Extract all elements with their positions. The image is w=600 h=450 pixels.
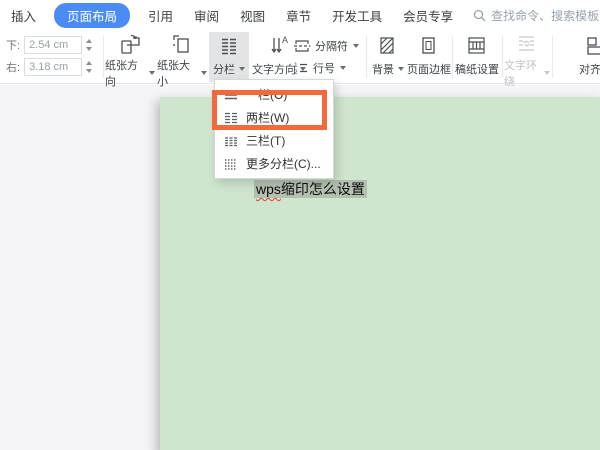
search-placeholder: 查找命令、搜索模板: [491, 7, 599, 24]
text-direction-label: 文字方向: [252, 61, 296, 77]
three-columns-icon: [224, 134, 238, 148]
text-wrap-button: 文字环绕: [504, 32, 550, 82]
chevron-down-icon: [398, 67, 404, 71]
paper-orientation-button[interactable]: 纸张方向: [105, 32, 155, 82]
margin-bottom-row: 下:: [6, 36, 92, 54]
ribbon-page-layout: 下: 右: 纸张方向 纸张大小: [0, 30, 600, 84]
menu-item-label: 一栏(O): [246, 86, 287, 103]
svg-text:2: 2: [294, 69, 298, 75]
text-wrap-label: 文字环绕: [504, 57, 540, 89]
margin-bottom-field[interactable]: [24, 36, 82, 54]
tab-dev-tools[interactable]: 开发工具: [329, 3, 385, 28]
separator-label: 分隔符: [315, 38, 348, 54]
line-number-label: 行号: [313, 60, 335, 76]
menu-item-label: 两栏(W): [246, 109, 289, 126]
selected-text[interactable]: wps缩印怎么设置: [254, 180, 367, 198]
group-divider: [366, 36, 367, 78]
margin-right-stepper[interactable]: [86, 61, 92, 73]
chevron-down-icon: [544, 71, 550, 75]
line-number-icon: 1 2: [293, 61, 309, 75]
menu-item-more-columns[interactable]: 更多分栏(C)...: [215, 152, 333, 175]
more-columns-icon: [224, 157, 238, 171]
paper-orientation-label: 纸张方向: [105, 57, 145, 89]
manuscript-settings-label: 稿纸设置: [455, 61, 499, 77]
group-divider: [103, 36, 104, 78]
paper-size-icon: [170, 32, 194, 56]
chevron-down-icon: [239, 67, 245, 71]
columns-label: 分栏: [213, 61, 235, 77]
group-divider: [452, 36, 453, 78]
group-divider: [552, 36, 553, 78]
manuscript-settings-button[interactable]: 稿纸设置: [454, 32, 500, 82]
menu-item-two-columns[interactable]: 两栏(W): [215, 106, 333, 129]
text-wrap-icon: [515, 32, 539, 56]
tab-review[interactable]: 审阅: [191, 3, 222, 28]
chevron-down-icon: [149, 71, 155, 75]
two-columns-icon: [224, 111, 238, 125]
menu-item-label: 更多分栏(C)...: [246, 155, 321, 172]
menu-item-one-column[interactable]: 一栏(O): [215, 83, 333, 106]
align-button[interactable]: 对齐: [560, 32, 600, 82]
margin-right-field[interactable]: [24, 58, 82, 76]
search-input[interactable]: 查找命令、搜索模板: [473, 7, 599, 24]
background-icon: [376, 32, 400, 60]
search-icon: [473, 9, 486, 22]
page-border-label: 页面边框: [407, 61, 451, 77]
align-label: 对齐: [579, 61, 600, 77]
tab-member-exclusive[interactable]: 会员专享: [400, 3, 456, 28]
margin-bottom-stepper[interactable]: [86, 39, 92, 51]
tab-references[interactable]: 引用: [145, 3, 176, 28]
columns-button[interactable]: 分栏: [209, 32, 249, 82]
group-divider: [502, 36, 503, 78]
columns-icon: [218, 32, 240, 60]
menu-bar: 插入 页面布局 引用 审阅 视图 章节 开发工具 会员专享 查找命令、搜索模板: [0, 0, 600, 30]
chevron-down-icon: [340, 66, 346, 70]
text-direction-icon: A: [267, 32, 291, 60]
tab-view[interactable]: 视图: [237, 3, 268, 28]
selected-text-misspelled: wps: [256, 181, 281, 197]
svg-text:A: A: [282, 35, 288, 45]
columns-dropdown-menu: 一栏(O) 两栏(W) 三栏(T) 更多分栏(C)...: [214, 79, 334, 179]
margin-right-row: 右:: [6, 58, 92, 76]
paper-size-button[interactable]: 纸张大小: [157, 32, 207, 82]
tab-insert[interactable]: 插入: [8, 3, 39, 28]
svg-text:1: 1: [294, 62, 298, 69]
margin-bottom-label: 下:: [6, 37, 20, 53]
page-border-icon: [417, 32, 441, 60]
background-button[interactable]: 背景: [370, 32, 406, 82]
chevron-down-icon: [201, 71, 207, 75]
margin-right-label: 右:: [6, 59, 20, 75]
one-column-icon: [224, 88, 238, 102]
page-border-button[interactable]: 页面边框: [406, 32, 452, 82]
tab-page-layout[interactable]: 页面布局: [54, 3, 130, 28]
menu-item-three-columns[interactable]: 三栏(T): [215, 129, 333, 152]
separator-button[interactable]: 分隔符: [293, 37, 359, 55]
manuscript-grid-icon: [465, 32, 489, 60]
align-icon: [583, 32, 600, 60]
menu-item-label: 三栏(T): [246, 132, 285, 149]
chevron-down-icon: [353, 44, 359, 48]
line-number-button[interactable]: 1 2 行号: [293, 59, 346, 77]
background-label: 背景: [372, 61, 394, 77]
paper-orientation-icon: [118, 32, 142, 56]
paper-size-label: 纸张大小: [157, 57, 197, 89]
selected-text-rest: 缩印怎么设置: [281, 181, 365, 197]
tab-section[interactable]: 章节: [283, 3, 314, 28]
separator-icon: [293, 39, 311, 53]
